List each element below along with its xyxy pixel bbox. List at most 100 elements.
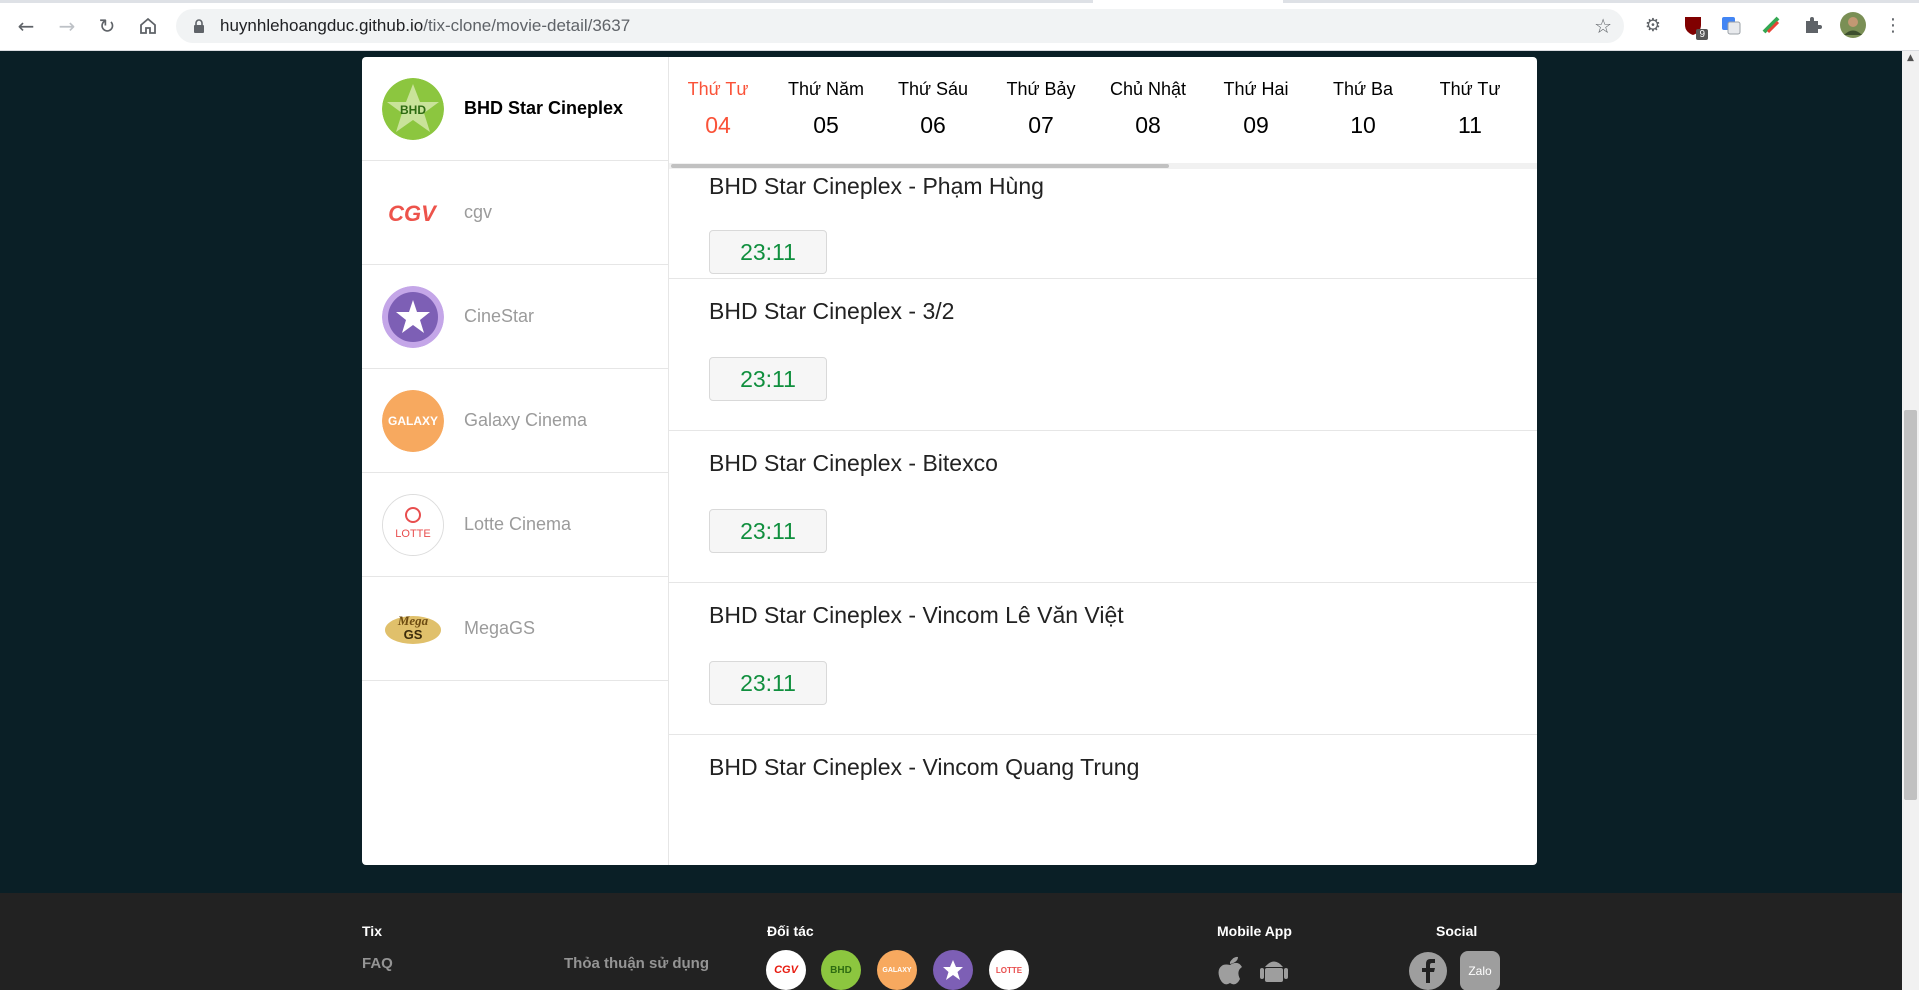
megags-logo-icon: Mega GS — [382, 598, 444, 660]
terms-link[interactable]: Thỏa thuận sử dụng — [564, 955, 709, 972]
date-tab-10[interactable]: Thứ Ba 10 — [1318, 79, 1408, 139]
cinema-name: CineStar — [464, 306, 535, 326]
date-num: 06 — [920, 112, 946, 138]
cinema-name: BHD Star Cineplex — [464, 98, 624, 118]
date-tab-11[interactable]: Thứ Tư 11 — [1425, 79, 1515, 139]
date-tab-08[interactable]: Chủ Nhật 08 — [1103, 79, 1193, 139]
cinema-item-megags[interactable]: Mega GS MegaGS — [362, 577, 669, 681]
theater-name: BHD Star Cineplex - Phạm Hùng — [709, 173, 1044, 199]
date-day: Thứ Tư — [1439, 79, 1501, 99]
gear-extension-icon[interactable]: ⚙ — [1640, 12, 1666, 38]
theater-list: BHD Star Cineplex - Phạm Hùng 23:11 BHD … — [669, 169, 1537, 865]
extensions-puzzle-icon[interactable] — [1800, 12, 1826, 38]
partner-galaxy-label: GALAXY — [882, 966, 912, 974]
svg-text:GALAXY: GALAXY — [388, 414, 438, 428]
date-tabs: Thứ Tư 04 Thứ Năm 05 Thứ Sáu 06 Thứ Bảy 07 C… — [669, 57, 1537, 165]
cinema-item-lotte[interactable]: LOTTE Lotte Cinema — [362, 473, 669, 577]
showtime-button[interactable]: 23:11 — [709, 509, 827, 553]
faq-link[interactable]: FAQ — [362, 955, 393, 972]
showtime-button[interactable]: 23:11 — [709, 357, 827, 401]
partner-cinestar-icon[interactable] — [933, 950, 973, 990]
date-tab-09[interactable]: Thứ Hai 09 — [1211, 79, 1301, 139]
page-scroll-thumb[interactable] — [1904, 410, 1917, 800]
kebab-menu-icon[interactable]: ⋮ — [1880, 12, 1906, 38]
forward-icon[interactable]: → — [53, 12, 81, 40]
partner-lotte-label: LOTTE — [995, 965, 1023, 975]
cinema-name: MegaGS — [464, 618, 536, 638]
theater-name: BHD Star Cineplex - Vincom Quang Trung — [709, 754, 1140, 780]
cinema-name: Galaxy Cinema — [464, 410, 588, 430]
date-num: 11 — [1458, 112, 1482, 138]
svg-text:BHD: BHD — [400, 103, 426, 117]
profile-avatar[interactable] — [1840, 12, 1866, 38]
svg-text:GS: GS — [404, 627, 423, 642]
color-extension-icon[interactable] — [1758, 12, 1784, 38]
cinema-item-bhd[interactable]: BHD BHD Star Cineplex — [362, 57, 669, 161]
back-icon[interactable]: ← — [12, 12, 40, 40]
showtime-button[interactable]: 23:11 — [709, 230, 827, 274]
footer-partners-heading: Đối tác — [767, 923, 814, 939]
date-day: Chủ Nhật — [1109, 79, 1187, 99]
date-day: Thứ Hai — [1223, 79, 1289, 99]
partner-cgv-icon[interactable]: CGV — [766, 950, 806, 990]
zalo-icon[interactable]: Zalo — [1460, 951, 1500, 990]
zalo-label: Zalo — [1468, 964, 1492, 978]
extension-badge: 9 — [1696, 29, 1708, 40]
cinema-item-cinestar[interactable]: CineStar — [362, 265, 669, 369]
svg-text:LOTTE: LOTTE — [395, 528, 430, 540]
date-day: Thứ Sáu — [897, 79, 969, 99]
footer: Tix FAQ Thỏa thuận sử dụng Đối tác CGV B… — [0, 893, 1902, 990]
date-tab-04[interactable]: Thứ Tư 04 — [673, 79, 763, 139]
theater-row: BHD Star Cineplex - Vincom Lê Văn Việt 2… — [669, 583, 1537, 735]
date-num: 10 — [1350, 112, 1376, 138]
date-tabs-scroll-thumb[interactable] — [671, 164, 1169, 168]
date-day: Thứ Ba — [1332, 79, 1394, 99]
footer-tix-heading: Tix — [362, 923, 382, 939]
bookmark-star-icon[interactable]: ☆ — [1594, 14, 1612, 38]
date-day: Thứ Bảy — [1006, 79, 1076, 99]
cinema-sidebar: BHD BHD Star Cineplex CGV cgv CineStar G… — [362, 57, 669, 865]
partner-galaxy-icon[interactable]: GALAXY — [877, 950, 917, 990]
showtime-button[interactable]: 23:11 — [709, 661, 827, 705]
date-day: Thứ Tư — [687, 79, 749, 99]
reload-icon[interactable]: ↻ — [93, 12, 121, 40]
date-num: 07 — [1028, 112, 1054, 138]
home-icon[interactable] — [134, 12, 162, 40]
browser-toolbar: ← → ↻ huynhlehoangduc.github.io/tix-clon… — [0, 0, 1919, 51]
bhd-logo-icon: BHD — [382, 77, 444, 140]
theater-row: BHD Star Cineplex - 3/2 23:11 — [669, 279, 1537, 431]
svg-text:Mega: Mega — [397, 613, 429, 628]
theater-row: BHD Star Cineplex - Bitexco 23:11 — [669, 431, 1537, 583]
cinema-item-galaxy[interactable]: GALAXY Galaxy Cinema — [362, 369, 669, 473]
lock-icon[interactable] — [190, 17, 208, 35]
partner-bhd-icon[interactable]: BHD — [821, 950, 861, 990]
cinema-name: Lotte Cinema — [464, 514, 572, 534]
footer-social-heading: Social — [1436, 923, 1478, 939]
date-num: 05 — [813, 112, 839, 138]
tab-strip — [0, 0, 1919, 3]
date-num: 09 — [1243, 112, 1269, 138]
partner-lotte-icon[interactable]: LOTTE — [989, 950, 1029, 990]
url-text[interactable]: huynhlehoangduc.github.io/tix-clone/movi… — [220, 16, 630, 36]
date-tab-07[interactable]: Thứ Bảy 07 — [996, 79, 1086, 139]
galaxy-logo-icon: GALAXY — [382, 389, 444, 452]
address-bar[interactable]: huynhlehoangduc.github.io/tix-clone/movi… — [176, 9, 1624, 43]
translate-extension-icon[interactable] — [1718, 12, 1744, 38]
date-day: Thứ Năm — [787, 79, 865, 99]
partner-cgv-label: CGV — [774, 964, 798, 976]
facebook-icon[interactable] — [1408, 951, 1448, 990]
date-tab-05[interactable]: Thứ Năm 05 — [781, 79, 871, 139]
android-icon[interactable] — [1256, 953, 1292, 989]
scroll-up-icon[interactable]: ▲ — [1904, 53, 1917, 65]
theater-name: BHD Star Cineplex - Vincom Lê Văn Việt — [709, 602, 1124, 628]
cinema-item-cgv[interactable]: CGV cgv — [362, 161, 669, 265]
date-num: 08 — [1135, 112, 1161, 138]
svg-text:CGV: CGV — [388, 201, 438, 226]
cgv-logo-icon: CGV — [382, 182, 444, 244]
date-tab-06[interactable]: Thứ Sáu 06 — [888, 79, 978, 139]
partner-bhd-label: BHD — [830, 964, 852, 976]
apple-icon[interactable] — [1212, 953, 1248, 989]
ublock-extension-icon[interactable]: 9 — [1680, 12, 1708, 40]
theater-row: BHD Star Cineplex - Vincom Quang Trung — [669, 735, 1537, 865]
showtimes-panel: BHD BHD Star Cineplex CGV cgv CineStar G… — [362, 57, 1537, 865]
